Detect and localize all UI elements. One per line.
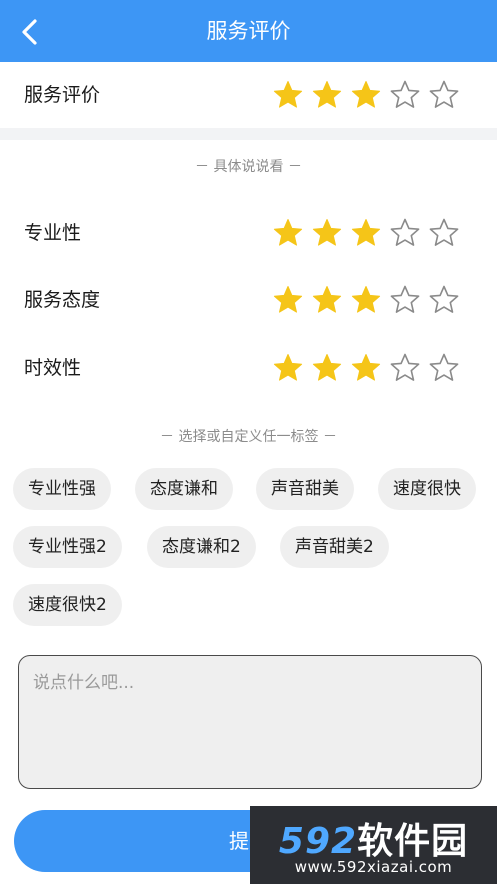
criteria-label: 时效性 [24, 357, 82, 379]
tag-chip[interactable]: 专业性强 [13, 468, 111, 510]
overall-star-rating[interactable] [272, 79, 467, 111]
star-filled-icon[interactable] [311, 79, 343, 111]
criteria-label: 专业性 [24, 222, 82, 244]
star-filled-icon[interactable] [311, 284, 343, 316]
criteria-row-attitude: 服务态度 [0, 275, 497, 325]
criteria-row-professional: 专业性 [0, 208, 497, 258]
star-filled-icon[interactable] [272, 79, 304, 111]
watermark-brand-name: 软件园 [357, 821, 469, 862]
star-empty-icon[interactable] [428, 284, 460, 316]
star-filled-icon[interactable] [272, 217, 304, 249]
criteria-label: 服务态度 [24, 289, 101, 311]
timeliness-star-rating[interactable] [272, 352, 467, 384]
tag-chip[interactable]: 声音甜美2 [280, 526, 389, 568]
criteria-row-timeliness: 时效性 [0, 343, 497, 393]
tag-chip[interactable]: 态度谦和 [135, 468, 233, 510]
star-filled-icon[interactable] [350, 284, 382, 316]
star-filled-icon[interactable] [272, 284, 304, 316]
professional-star-rating[interactable] [272, 217, 467, 249]
star-filled-icon[interactable] [350, 79, 382, 111]
app-header: 服务评价 [0, 0, 497, 62]
tag-chip[interactable]: 态度谦和2 [147, 526, 256, 568]
star-empty-icon[interactable] [389, 217, 421, 249]
star-filled-icon[interactable] [350, 352, 382, 384]
section-divider [0, 128, 497, 140]
star-empty-icon[interactable] [389, 352, 421, 384]
tag-chip[interactable]: 声音甜美 [256, 468, 354, 510]
star-empty-icon[interactable] [389, 79, 421, 111]
tags-caption: － 选择或自定义任一标签 － [160, 429, 337, 445]
watermark-brand: 592软件园 [250, 812, 497, 864]
tag-chip[interactable]: 专业性强2 [13, 526, 122, 568]
star-filled-icon[interactable] [311, 217, 343, 249]
watermark-logo: 592软件园 www.592xiazai.com [250, 806, 497, 884]
star-filled-icon[interactable] [272, 352, 304, 384]
watermark-brand-number: 592 [278, 821, 358, 862]
watermark-url: www.592xiazai.com [294, 858, 453, 876]
comment-input[interactable] [18, 655, 482, 789]
detail-caption: － 具体说说看 － [195, 159, 302, 175]
star-filled-icon[interactable] [311, 352, 343, 384]
star-filled-icon[interactable] [350, 217, 382, 249]
star-empty-icon[interactable] [428, 217, 460, 249]
star-empty-icon[interactable] [389, 284, 421, 316]
overall-rating-label: 服务评价 [24, 84, 101, 106]
tag-chip[interactable]: 速度很快2 [13, 584, 122, 626]
tag-chip[interactable]: 速度很快 [378, 468, 476, 510]
page-title: 服务评价 [206, 19, 291, 43]
star-empty-icon[interactable] [428, 352, 460, 384]
overall-rating-row: 服务评价 [0, 70, 497, 120]
star-empty-icon[interactable] [428, 79, 460, 111]
attitude-star-rating[interactable] [272, 284, 467, 316]
